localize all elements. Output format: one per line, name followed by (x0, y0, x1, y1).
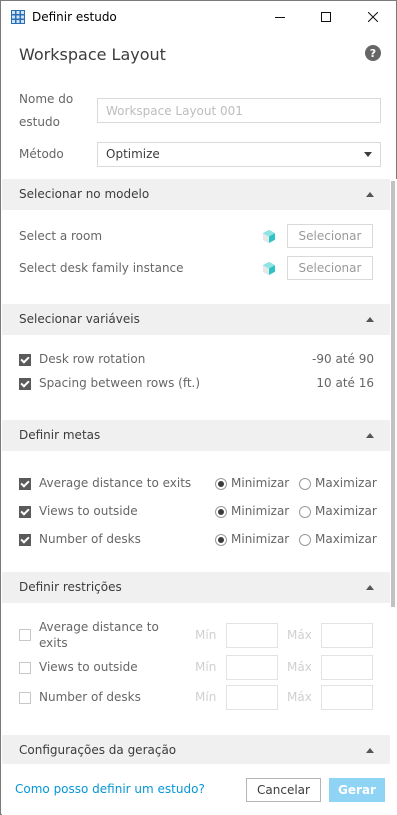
maximize-icon (321, 12, 331, 22)
section-header-goals[interactable]: Definir metas (2, 420, 390, 451)
section-title: Configurações da geração (19, 743, 177, 757)
goal-distance-exits-maximize-radio[interactable] (299, 478, 311, 490)
cube-icon (263, 230, 275, 243)
section-header-variables[interactable]: Selecionar variáveis (2, 304, 390, 335)
dialog-footer: Como posso definir um estudo? Cancelar G… (2, 764, 397, 815)
help-link[interactable]: Como posso definir um estudo? (15, 782, 205, 796)
max-label: Máx (287, 660, 312, 674)
desk-row-rotation-range[interactable]: -90 até 90 (312, 352, 374, 366)
chevron-up-icon (366, 585, 374, 590)
maximize-label: Maximizar (315, 504, 377, 518)
spacing-rows-range[interactable]: 10 até 16 (316, 376, 374, 390)
desk-row-rotation-checkbox[interactable] (19, 354, 31, 366)
generate-button[interactable]: Gerar (329, 778, 385, 802)
study-name-label-line2: estudo (19, 115, 60, 129)
define-study-window: Definir estudo Workspace Layout ? Nome d… (0, 0, 397, 815)
constraint-number-desks-min-input[interactable] (226, 685, 278, 710)
section-title: Selecionar no modelo (19, 187, 150, 201)
close-button[interactable] (351, 1, 395, 33)
goal-distance-exits-minimize-radio[interactable] (215, 478, 227, 490)
window-title: Definir estudo (32, 10, 117, 24)
method-select[interactable]: Optimize (97, 142, 381, 167)
chevron-up-icon (366, 748, 374, 753)
constraint-distance-exits-min-input[interactable] (226, 623, 278, 648)
max-label: Máx (287, 628, 312, 642)
section-header-generation[interactable]: Configurações da geração (2, 735, 390, 764)
constraint-number-desks-label: Number of desks (39, 690, 141, 704)
min-label: Mín (195, 660, 217, 674)
chevron-down-icon (364, 152, 372, 157)
vertical-scrollbar[interactable] (390, 179, 396, 764)
goal-views-outside-checkbox[interactable] (19, 506, 31, 518)
cancel-button[interactable]: Cancelar (246, 778, 321, 802)
spacing-rows-label: Spacing between rows (ft.) (39, 376, 201, 390)
study-name-label-line1: Nome do (19, 92, 74, 106)
constraint-distance-exits-label-line1: Average distance to (39, 620, 159, 634)
goal-number-desks-minimize-radio[interactable] (215, 534, 227, 546)
method-label: Método (19, 147, 64, 161)
minimize-label: Minimizar (231, 476, 290, 490)
close-icon (368, 12, 378, 22)
constraint-views-outside-checkbox[interactable] (19, 662, 31, 674)
maximize-label: Maximizar (315, 532, 377, 546)
help-icon[interactable]: ? (365, 45, 381, 61)
constraint-views-outside-label: Views to outside (39, 660, 138, 674)
minimize-icon (275, 17, 285, 18)
cube-icon (263, 262, 275, 275)
section-header-select-model[interactable]: Selecionar no modelo (2, 179, 390, 210)
section-title: Definir restrições (19, 580, 122, 594)
constraint-views-outside-min-input[interactable] (226, 655, 278, 680)
goal-views-outside-label: Views to outside (39, 504, 138, 518)
study-name-input[interactable] (97, 98, 381, 123)
min-label: Mín (195, 628, 217, 642)
select-room-label: Select a room (19, 229, 103, 243)
method-select-value: Optimize (106, 147, 160, 161)
minimize-button[interactable] (258, 1, 302, 33)
minimize-label: Minimizar (231, 532, 290, 546)
goal-views-outside-maximize-radio[interactable] (299, 506, 311, 518)
page-title: Workspace Layout (19, 45, 166, 64)
goal-distance-exits-label: Average distance to exits (39, 476, 192, 490)
section-title: Selecionar variáveis (19, 312, 140, 326)
constraint-distance-exits-label-line2: exits (39, 636, 68, 650)
goal-number-desks-maximize-radio[interactable] (299, 534, 311, 546)
goal-number-desks-label: Number of desks (39, 532, 141, 546)
chevron-up-icon (366, 433, 374, 438)
goal-number-desks-checkbox[interactable] (19, 534, 31, 546)
maximize-label: Maximizar (315, 476, 377, 490)
desk-row-rotation-label: Desk row rotation (39, 352, 146, 366)
constraint-number-desks-checkbox[interactable] (19, 692, 31, 704)
chevron-up-icon (366, 317, 374, 322)
goal-distance-exits-checkbox[interactable] (19, 478, 31, 490)
app-grid-icon (11, 10, 25, 24)
select-desk-label: Select desk family instance (19, 261, 184, 275)
maximize-button[interactable] (304, 1, 348, 33)
chevron-up-icon (366, 192, 374, 197)
goal-views-outside-minimize-radio[interactable] (215, 506, 227, 518)
constraint-views-outside-max-input[interactable] (321, 655, 373, 680)
select-desk-button[interactable]: Selecionar (287, 256, 373, 280)
title-bar[interactable]: Definir estudo (1, 1, 396, 33)
minimize-label: Minimizar (231, 504, 290, 518)
constraint-distance-exits-checkbox[interactable] (19, 629, 31, 641)
study-settings-scroll-area[interactable]: Selecionar no modelo Select a room Selec… (2, 179, 397, 764)
select-room-button[interactable]: Selecionar (287, 224, 373, 248)
spacing-rows-checkbox[interactable] (19, 378, 31, 390)
section-header-constraints[interactable]: Definir restrições (2, 572, 390, 603)
section-title: Definir metas (19, 428, 101, 442)
constraint-number-desks-max-input[interactable] (321, 685, 373, 710)
constraint-distance-exits-max-input[interactable] (321, 623, 373, 648)
scrollbar-thumb[interactable] (391, 181, 395, 607)
max-label: Máx (287, 690, 312, 704)
min-label: Mín (195, 690, 217, 704)
